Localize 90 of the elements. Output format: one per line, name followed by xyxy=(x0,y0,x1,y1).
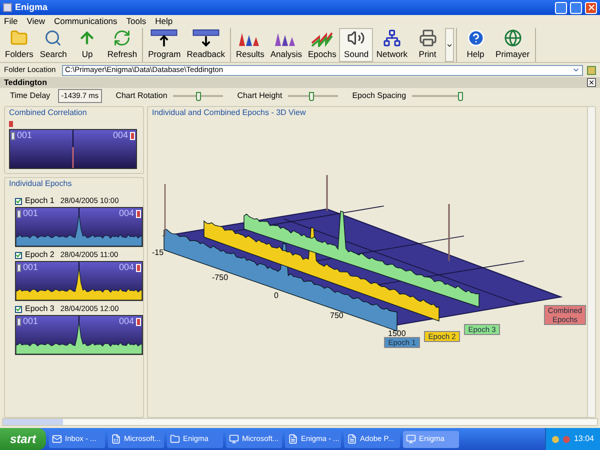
spreadsheet-icon xyxy=(111,434,122,444)
slider-label: Epoch Spacing xyxy=(352,90,406,102)
time-delay-label: Time Delay xyxy=(10,90,50,102)
toolbar-button[interactable]: Primayer xyxy=(492,28,533,62)
document-icon xyxy=(288,434,298,444)
sensor-label: 001 xyxy=(23,263,38,272)
axis-tick-label: 1500 xyxy=(388,330,406,338)
menu-item[interactable]: Tools xyxy=(126,15,146,28)
sensor-label: 004 xyxy=(118,317,134,326)
sensor-label: 004 xyxy=(118,209,134,218)
globe-icon xyxy=(504,29,522,48)
maximize-button[interactable] xyxy=(570,2,582,14)
monitor-icon xyxy=(229,434,240,444)
horizontal-scrollbar[interactable] xyxy=(2,418,598,426)
device-arrow-down-icon xyxy=(190,29,221,48)
toolbar-button[interactable]: Results xyxy=(232,28,268,62)
slider-thumb[interactable] xyxy=(458,92,463,101)
axis-tick-label: -15 xyxy=(152,249,164,257)
close-icon xyxy=(588,79,595,86)
toolbar-button[interactable]: Epochs xyxy=(304,28,340,62)
toolbar-button[interactable]: Sound xyxy=(339,28,374,62)
slider-thumb[interactable] xyxy=(196,92,202,101)
sensor-label: 001 xyxy=(23,317,38,326)
panel-title: Individual and Combined Epochs - 3D View xyxy=(152,107,307,119)
search-icon xyxy=(44,29,62,48)
axis-tick-label: -750 xyxy=(212,274,228,282)
epoch-name: Epoch 1 xyxy=(25,195,54,207)
speaker-icon xyxy=(347,29,366,48)
envelope-icon xyxy=(52,434,62,444)
menu-item[interactable]: Help xyxy=(155,15,173,28)
minimize-button[interactable] xyxy=(555,2,567,14)
sensor-label: 001 xyxy=(17,131,32,140)
axis-tick-label: 750 xyxy=(330,312,344,320)
start-marker-icon xyxy=(11,132,15,140)
slider-label: Chart Rotation xyxy=(116,90,168,102)
epoch-checkbox[interactable] xyxy=(15,198,22,204)
toolbar-button[interactable]: Print xyxy=(410,28,445,62)
start-marker-icon xyxy=(17,210,21,218)
epoch-checkbox[interactable] xyxy=(15,306,22,312)
help-icon xyxy=(466,29,485,48)
toolbar-button[interactable]: Help xyxy=(458,28,493,62)
site-title: Teddington xyxy=(4,76,48,88)
menu-item[interactable]: File xyxy=(4,15,18,28)
close-icon xyxy=(586,3,596,12)
refresh-icon xyxy=(113,29,132,48)
toolbar-button[interactable]: Program xyxy=(145,28,184,62)
toolbar-button[interactable]: Folders xyxy=(2,28,36,62)
window-title: Enigma xyxy=(15,0,49,14)
end-marker-icon xyxy=(136,318,141,326)
toolbar-button[interactable]: Refresh xyxy=(104,28,140,62)
start-button[interactable]: start xyxy=(0,428,46,450)
sensor-label: 004 xyxy=(118,263,134,272)
close-button[interactable] xyxy=(587,78,596,87)
folder-icon xyxy=(170,434,180,444)
slider-label: Chart Height xyxy=(237,90,282,102)
menu-item[interactable]: View xyxy=(26,15,45,28)
end-marker-icon xyxy=(136,264,141,272)
printer-icon xyxy=(418,29,437,48)
clock: 13:04 xyxy=(574,433,594,445)
dropdown-icon xyxy=(572,66,580,74)
scrollbar-thumb[interactable] xyxy=(3,419,63,425)
epoch-name: Epoch 2 xyxy=(25,249,54,261)
start-marker-icon xyxy=(17,318,21,326)
sensor-label: 004 xyxy=(112,131,128,140)
panel-title: Combined Correlation xyxy=(9,107,88,119)
go-icon[interactable] xyxy=(587,66,596,74)
toolbar-button[interactable]: Up xyxy=(70,28,104,62)
slider-thumb[interactable] xyxy=(308,92,314,101)
epoch-checkbox[interactable] xyxy=(15,252,22,258)
toolbar-button[interactable]: Analysis xyxy=(267,28,305,62)
folder-icon xyxy=(10,29,28,48)
toolbar-button[interactable]: Readback xyxy=(184,28,228,62)
menu-item[interactable]: Communications xyxy=(54,15,118,28)
start-marker-icon xyxy=(17,264,21,272)
monitor-icon xyxy=(406,434,416,444)
network-icon xyxy=(382,29,401,48)
vertical-scrollbar[interactable] xyxy=(587,107,595,417)
axis-tick-label: 0 xyxy=(274,292,278,300)
device-arrow-up-icon xyxy=(149,29,180,48)
end-marker-icon xyxy=(136,210,141,218)
toolbar-button[interactable]: Network xyxy=(373,28,411,62)
panel-title: Individual Epochs xyxy=(9,178,73,190)
app-icon xyxy=(3,3,12,12)
caret-icon xyxy=(446,42,453,48)
end-marker-icon xyxy=(130,132,135,140)
toolbar-button[interactable]: Search xyxy=(36,28,70,62)
marker-icon xyxy=(9,121,13,127)
document-icon xyxy=(347,434,358,444)
sensor-label: 001 xyxy=(23,209,38,218)
epoch-name: Epoch 3 xyxy=(25,303,54,315)
